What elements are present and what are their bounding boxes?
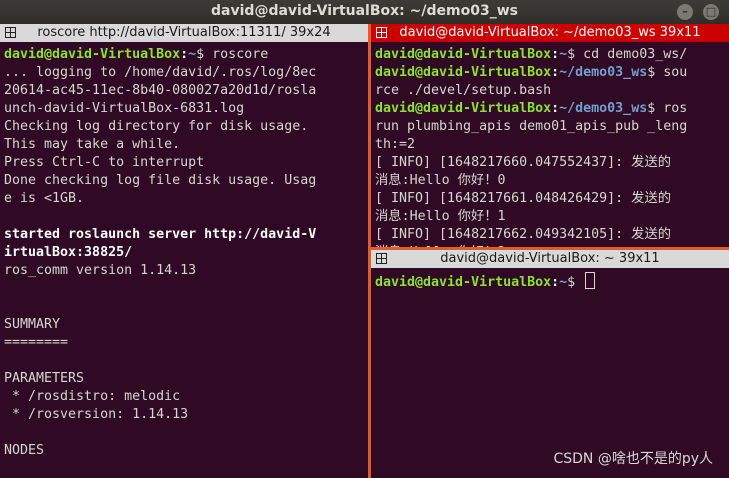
bottom-right-terminal-pane[interactable]: david@david-VirtualBox: ~ 39x11 david@da… [371,250,729,478]
minimize-button[interactable]: – [677,4,693,20]
prompt-user-host: david@david-VirtualBox [375,47,552,62]
top-right-pane-title: david@david-VirtualBox: ~/demo03_ws 39x1… [399,25,701,40]
prompt-cwd: ~ [559,47,568,62]
roscore-output: ... logging to /home/david/.ros/log/8ec … [4,65,317,206]
top-right-terminal-pane[interactable]: david@david-VirtualBox: ~/demo03_ws 39x1… [371,24,729,247]
csdn-watermark: CSDN @啥也不是的py人 [553,451,713,467]
left-terminal-pane[interactable]: roscore http://david-VirtualBox:11311/ 3… [0,24,368,478]
bottom-right-pane-title: david@david-VirtualBox: ~ 39x11 [440,251,660,266]
left-pane-tab[interactable]: roscore http://david-VirtualBox:11311/ 3… [0,24,368,42]
command-text: cd demo03_ws/ [583,47,688,62]
text-cursor [585,272,596,289]
left-pane-title: roscore http://david-VirtualBox:11311/ 3… [37,25,331,40]
prompt-user-host: david@david-VirtualBox [375,275,552,290]
top-right-pane-tab[interactable]: david@david-VirtualBox: ~/demo03_ws 39x1… [371,24,729,42]
command-text: roscore [212,47,269,62]
prompt-cwd: ~/demo03_ws [559,65,648,80]
top-right-terminal-output[interactable]: david@david-VirtualBox:~$ cd demo03_ws/ … [375,46,727,247]
maximize-button[interactable]: □ [703,4,719,20]
window-title: david@david-VirtualBox: ~/demo03_ws [211,3,518,19]
left-terminal-output[interactable]: david@david-VirtualBox:~$ roscore ... lo… [4,46,366,460]
prompt-user-host: david@david-VirtualBox [375,101,552,116]
roscore-summary: ros_comm version 1.14.13 SUMMARY =======… [4,263,197,458]
bottom-right-pane-tab[interactable]: david@david-VirtualBox: ~ 39x11 [371,250,729,268]
window-titlebar[interactable]: david@david-VirtualBox: ~/demo03_ws – □ [0,0,729,24]
prompt-cwd: ~/demo03_ws [559,101,648,116]
server-line: started roslaunch server http://david-V … [4,227,317,260]
prompt-cwd: ~ [559,275,568,290]
prompt-user-host: david@david-VirtualBox [4,47,181,62]
publisher-log-output: [ INFO] [1648217660.047552437]: 发送的 消息:H… [375,155,672,247]
prompt-cwd: ~ [188,47,197,62]
bottom-right-terminal-output[interactable]: david@david-VirtualBox:~$ [375,272,727,292]
prompt-user-host: david@david-VirtualBox [375,65,552,80]
